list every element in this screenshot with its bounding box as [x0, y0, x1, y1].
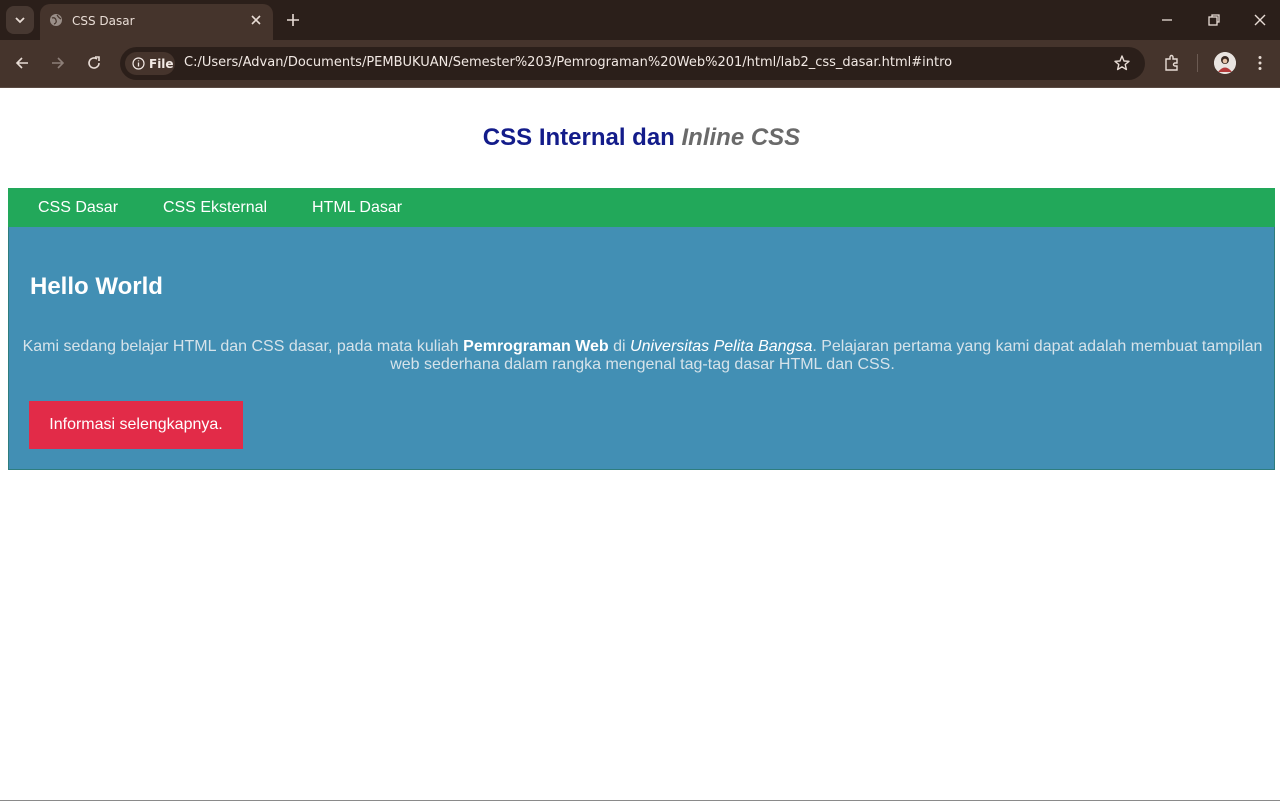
window-close-icon[interactable] [1250, 10, 1270, 30]
page-title: CSS Internal dan Inline CSS [0, 124, 1280, 152]
page-title-emphasis: Inline CSS [681, 124, 801, 151]
globe-icon [50, 14, 62, 26]
browser-toolbar: File C:/Users/Advan/Documents/PEMBUKUAN/… [0, 40, 1280, 87]
info-icon [132, 57, 145, 70]
intro-heading: Hello World [30, 273, 163, 300]
nav-link-html-dasar[interactable]: HTML Dasar [312, 199, 402, 217]
close-icon[interactable] [249, 13, 263, 27]
intro-text-2: di [608, 338, 631, 355]
tab-search-button[interactable] [6, 6, 34, 34]
tab-title: CSS Dasar [72, 14, 135, 28]
profile-icon[interactable] [1214, 52, 1236, 74]
more-info-button[interactable]: Informasi selengkapnya. [29, 401, 243, 449]
web-page: CSS Internal dan Inline CSS CSS Dasar CS… [0, 88, 1280, 800]
intro-text-bold: Pemrograman Web [463, 338, 609, 355]
page-title-main: CSS Internal dan [482, 124, 682, 151]
extensions-icon[interactable] [1162, 53, 1182, 73]
nav-link-css-dasar[interactable]: CSS Dasar [38, 199, 118, 217]
site-info-chip[interactable]: File [125, 52, 175, 75]
star-icon[interactable] [1113, 54, 1131, 72]
chevron-down-icon [15, 17, 25, 24]
intro-text-1: Kami sedang belajar HTML dan CSS dasar, … [22, 338, 464, 355]
tab-strip: CSS Dasar [0, 0, 1280, 40]
reload-icon[interactable] [84, 53, 104, 73]
restore-icon[interactable] [1204, 10, 1224, 30]
more-icon[interactable] [1250, 53, 1270, 73]
minimize-icon[interactable] [1157, 10, 1177, 30]
intro-paragraph: Kami sedang belajar HTML dan CSS dasar, … [19, 338, 1266, 374]
navbar: CSS Dasar CSS Eksternal HTML Dasar [8, 188, 1275, 227]
plus-icon[interactable] [283, 10, 303, 30]
toolbar-divider [1197, 54, 1198, 72]
forward-icon[interactable] [48, 53, 68, 73]
back-icon[interactable] [12, 53, 32, 73]
url-text[interactable]: C:/Users/Advan/Documents/PEMBUKUAN/Semes… [184, 55, 952, 70]
intro-text-italic: Universitas Pelita Bangsa [630, 338, 813, 355]
nav-link-css-eksternal[interactable]: CSS Eksternal [163, 199, 267, 217]
browser-tab[interactable]: CSS Dasar [40, 4, 273, 40]
security-chip-label: File [149, 57, 174, 71]
address-bar[interactable]: File C:/Users/Advan/Documents/PEMBUKUAN/… [120, 47, 1145, 80]
intro-section: Hello World Kami sedang belajar HTML dan… [8, 227, 1275, 470]
avatar-image [1214, 52, 1236, 74]
